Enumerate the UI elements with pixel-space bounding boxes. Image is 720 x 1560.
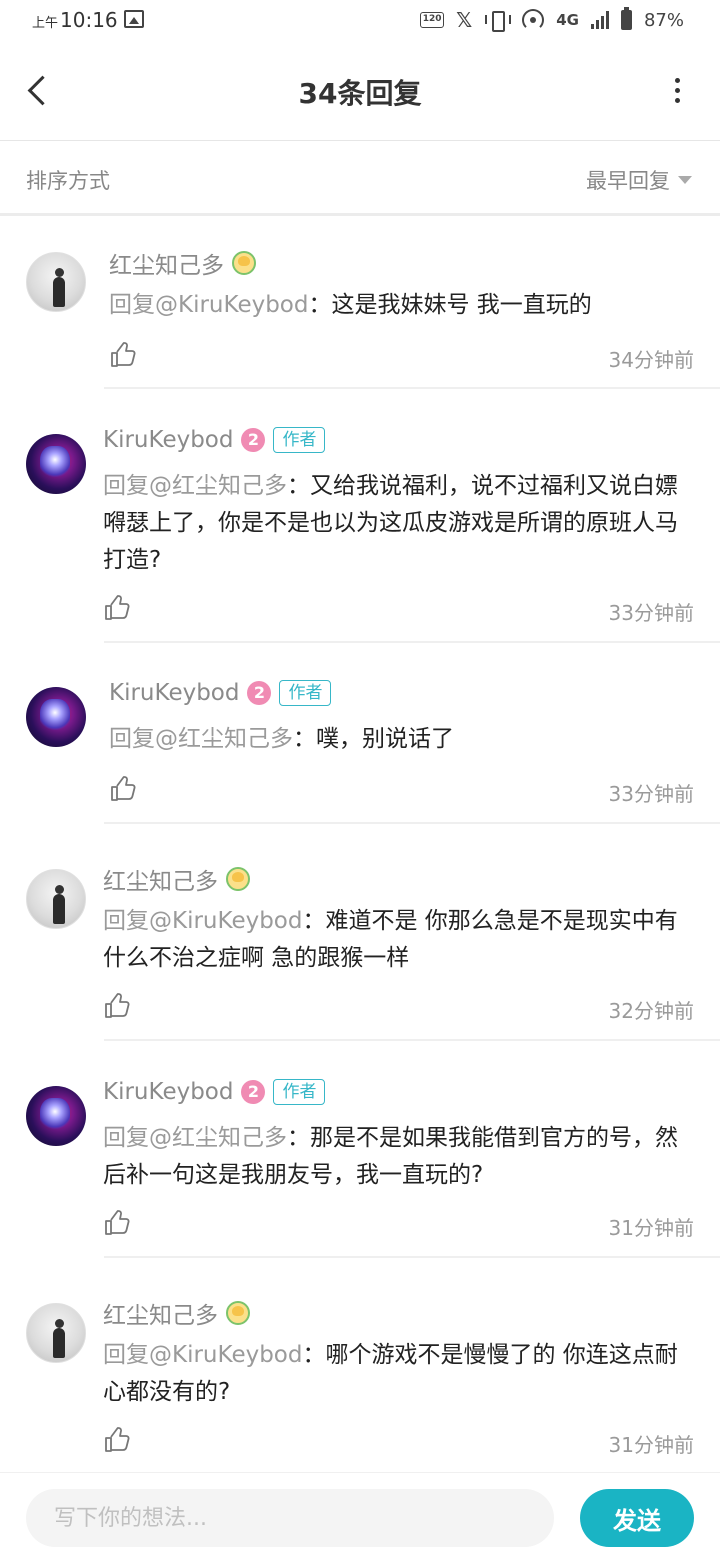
avatar[interactable] — [26, 252, 86, 312]
level-medal-icon: 2 — [241, 1080, 266, 1104]
comment-input-bar: 发送 — [0, 1472, 720, 1560]
comment-text: 回复@红尘知己多：又给我说福利，说不过福利又说白嫖嘚瑟上了，你是不是也以为这瓜皮… — [103, 468, 694, 579]
comment-item: KiruKeybod 2 作者 回复@红尘知己多：噗，别说话了 33分钟前 — [0, 643, 720, 824]
comment-user-row: KiruKeybod 2 作者 — [103, 1079, 326, 1105]
comment-text: 回复@红尘知己多：噗，别说话了 — [109, 721, 694, 758]
reply-mention[interactable]: 回复@KiruKeybod — [103, 908, 302, 934]
comment-time: 34分钟前 — [608, 348, 694, 372]
status-ampm: 上午 — [32, 16, 59, 31]
page-title: 34条回复 — [298, 77, 422, 110]
comment-text: 回复@KiruKeybod：难道不是 你那么急是不是现实中有什么不治之症啊 急的… — [103, 903, 694, 977]
comment-user-row: 红尘知己多 — [103, 1296, 250, 1330]
user-medal-icon — [226, 867, 250, 891]
avatar[interactable] — [26, 869, 86, 929]
comment-list: 红尘知己多 回复@KiruKeybod：这是我妹妹号 我一直玩的 34分钟前 K… — [0, 218, 720, 1472]
more-options-icon[interactable] — [672, 78, 682, 104]
avatar[interactable] — [26, 1086, 86, 1146]
sort-dropdown[interactable]: 最早回复 — [586, 165, 692, 195]
thumbs-up-icon[interactable] — [110, 776, 136, 802]
comment-body: ：噗，别说话了 — [293, 726, 454, 752]
username[interactable]: KiruKeybod — [103, 427, 233, 453]
thumbs-up-icon[interactable] — [104, 595, 130, 621]
image-notification-icon — [124, 10, 144, 28]
comment-item: 红尘知己多 回复@KiruKeybod：难道不是 你那么急是不是现实中有什么不治… — [0, 824, 720, 1041]
thumbs-up-icon[interactable] — [110, 342, 136, 368]
username[interactable]: 红尘知己多 — [103, 862, 218, 896]
vibrate-icon — [484, 10, 512, 32]
username[interactable]: 红尘知己多 — [109, 246, 224, 280]
comment-time: 32分钟前 — [608, 999, 694, 1023]
username[interactable]: KiruKeybod — [109, 680, 239, 706]
level-medal-icon: 2 — [247, 681, 272, 705]
author-badge: 作者 — [279, 680, 332, 706]
status-bar: 上午 10:16 120 𝕏 4G 87% — [0, 0, 720, 40]
user-medal-icon — [232, 251, 256, 275]
hotspot-icon — [522, 9, 545, 31]
comment-user-row: 红尘知己多 — [103, 862, 250, 896]
author-badge: 作者 — [273, 1079, 326, 1105]
network-type-icon: 4G — [556, 11, 579, 29]
status-time: 上午 10:16 — [32, 8, 118, 32]
comment-text: 回复@红尘知己多：那是不是如果我能借到官方的号，然后补一句这是我朋友号，我一直玩… — [103, 1120, 694, 1194]
thumbs-up-icon[interactable] — [104, 993, 130, 1019]
comment-time: 31分钟前 — [608, 1216, 694, 1240]
reply-mention[interactable]: 回复@KiruKeybod — [103, 1342, 302, 1368]
refresh-rate-icon: 120 — [420, 12, 445, 28]
comment-user-row: KiruKeybod 2 作者 — [103, 427, 326, 453]
thumbs-up-icon[interactable] — [104, 1210, 130, 1236]
comment-text: 回复@KiruKeybod：哪个游戏不是慢慢了的 你连这点耐心都没有的? — [103, 1337, 694, 1411]
battery-percent: 87% — [643, 9, 684, 31]
reply-mention[interactable]: 回复@红尘知己多 — [103, 1125, 287, 1151]
comment-time: 33分钟前 — [608, 782, 694, 806]
reply-mention[interactable]: 回复@KiruKeybod — [109, 292, 308, 318]
nav-bar: 34条回复 — [0, 40, 720, 141]
comment-item: 红尘知己多 回复@KiruKeybod：哪个游戏不是慢慢了的 你连这点耐心都没有… — [0, 1258, 720, 1472]
avatar[interactable] — [26, 1303, 86, 1363]
reply-mention[interactable]: 回复@红尘知己多 — [109, 726, 293, 752]
sort-label: 排序方式 — [26, 169, 110, 193]
status-clock: 10:16 — [60, 8, 118, 32]
username[interactable]: KiruKeybod — [103, 1079, 233, 1105]
comment-time: 31分钟前 — [608, 1433, 694, 1457]
reply-mention[interactable]: 回复@红尘知己多 — [103, 473, 287, 499]
status-icons: 120 𝕏 4G 87% — [420, 6, 684, 34]
battery-icon — [620, 7, 632, 30]
avatar[interactable] — [26, 434, 86, 494]
sort-selected-value: 最早回复 — [586, 169, 670, 193]
comment-user-row: KiruKeybod 2 作者 — [109, 680, 332, 706]
comment-user-row: 红尘知己多 — [109, 246, 256, 280]
x-app-icon: 𝕏 — [456, 8, 473, 32]
comment-body: ：这是我妹妹号 我一直玩的 — [308, 292, 592, 318]
avatar[interactable] — [26, 687, 86, 747]
comment-input[interactable] — [26, 1489, 554, 1547]
comment-item: KiruKeybod 2 作者 回复@红尘知己多：又给我说福利，说不过福利又说白… — [0, 389, 720, 643]
send-button[interactable]: 发送 — [580, 1489, 694, 1547]
sort-bar: 排序方式 最早回复 — [0, 141, 720, 216]
author-badge: 作者 — [273, 427, 326, 453]
comment-item: 红尘知己多 回复@KiruKeybod：这是我妹妹号 我一直玩的 34分钟前 — [0, 218, 720, 389]
comment-time: 33分钟前 — [608, 601, 694, 625]
level-medal-icon: 2 — [241, 428, 266, 452]
comment-item: KiruKeybod 2 作者 回复@红尘知己多：那是不是如果我能借到官方的号，… — [0, 1041, 720, 1258]
user-medal-icon — [226, 1301, 250, 1325]
username[interactable]: 红尘知己多 — [103, 1296, 218, 1330]
signal-icon — [590, 11, 609, 29]
thumbs-up-icon[interactable] — [104, 1427, 130, 1453]
caret-down-icon — [678, 176, 692, 184]
comment-text: 回复@KiruKeybod：这是我妹妹号 我一直玩的 — [109, 287, 694, 324]
